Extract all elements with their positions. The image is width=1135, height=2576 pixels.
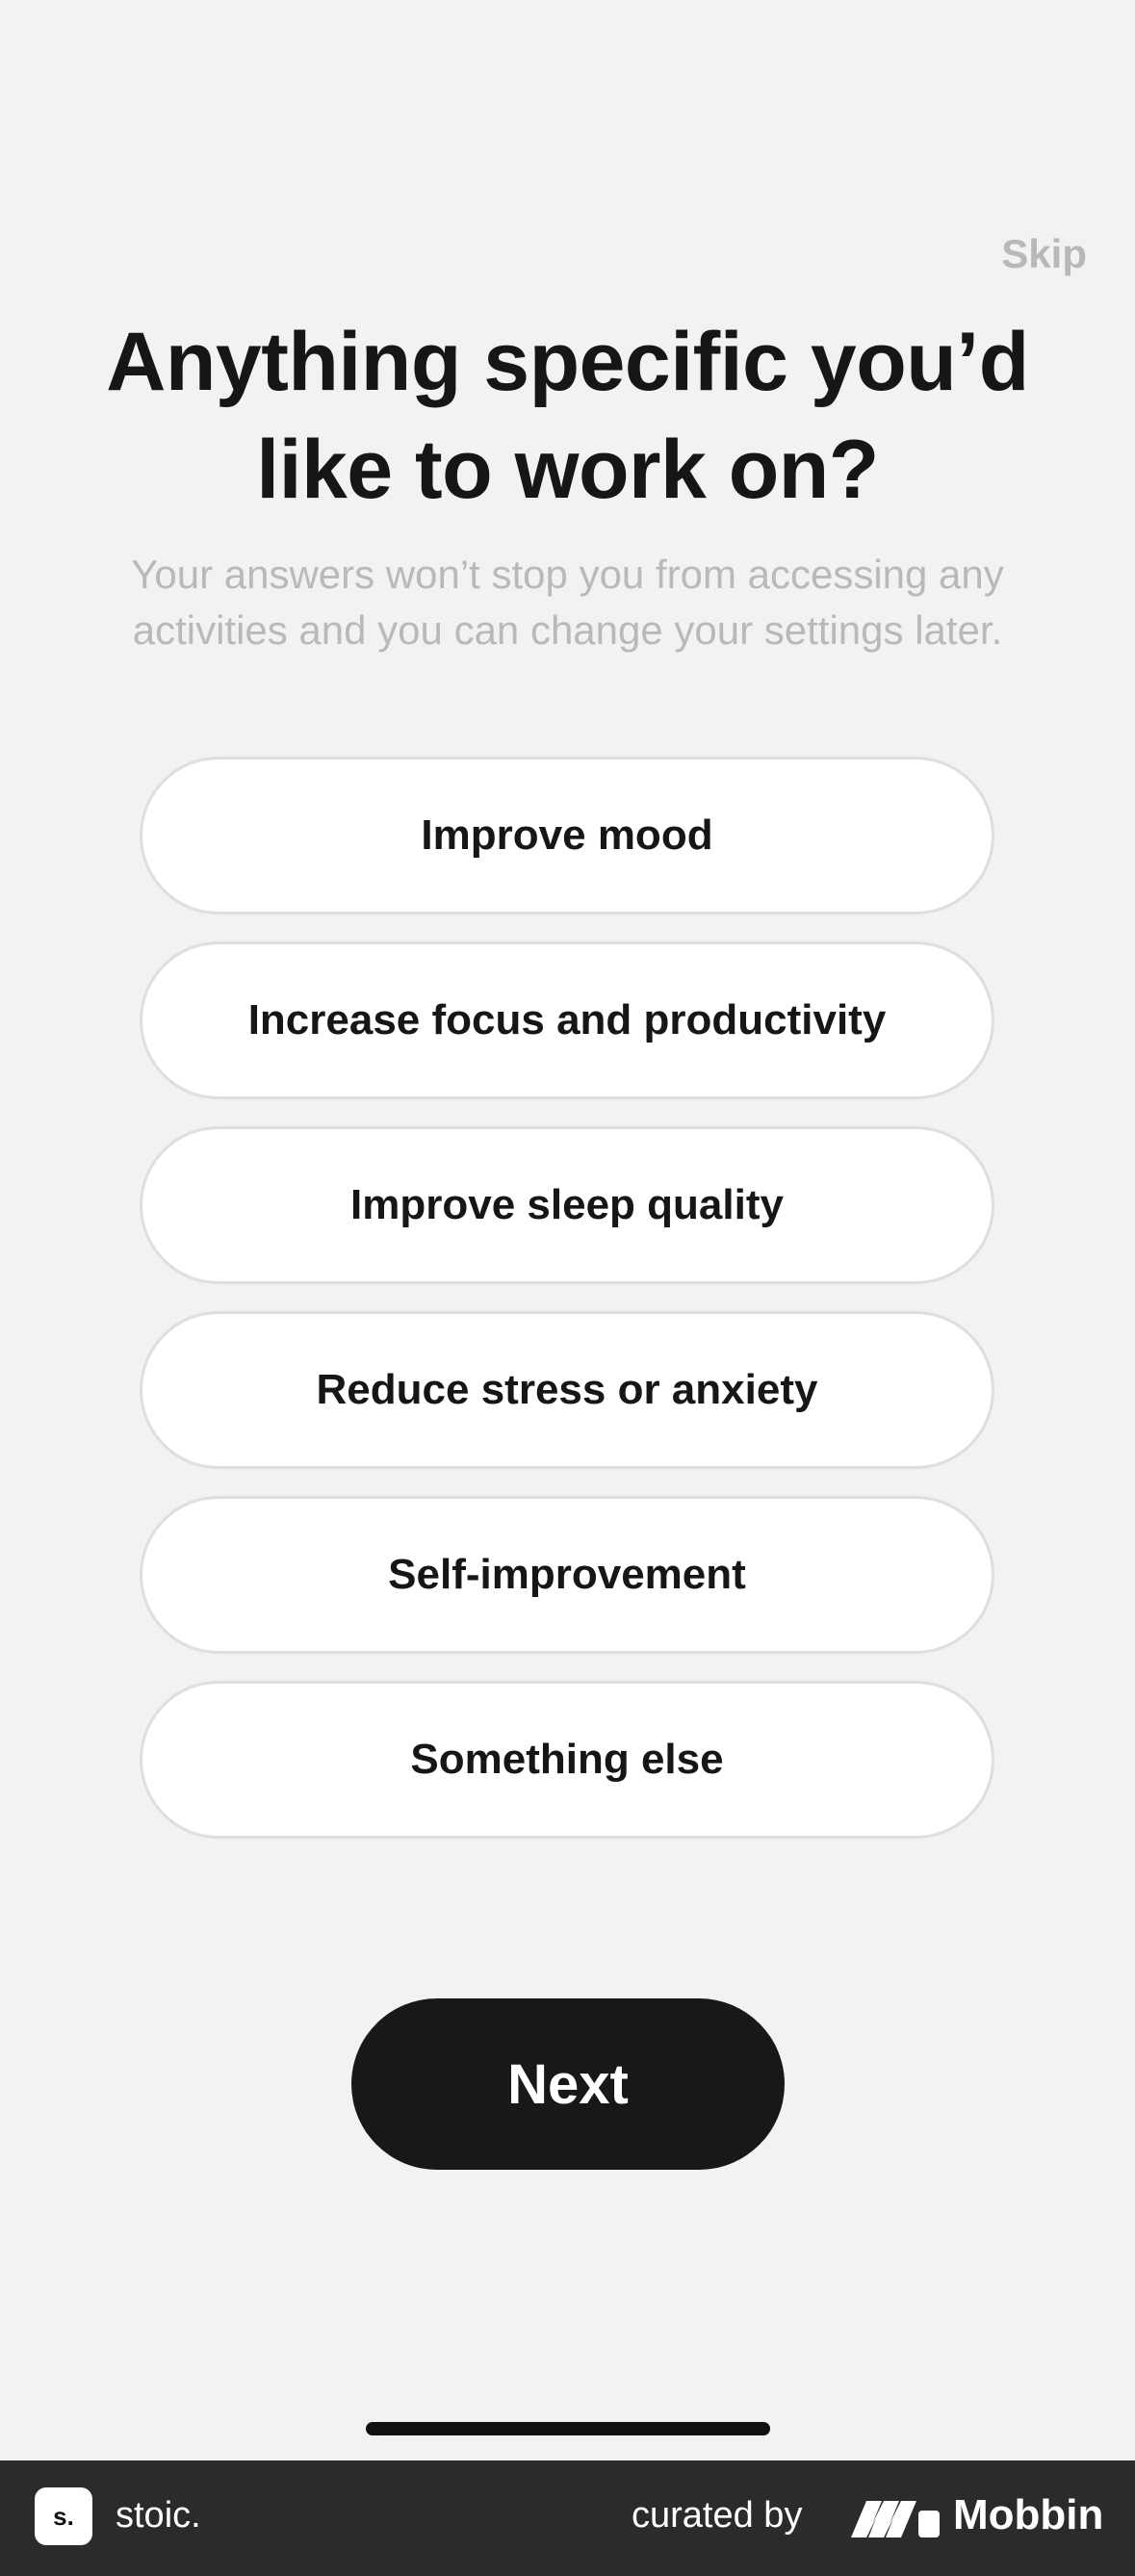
option-reduce-stress[interactable]: Reduce stress or anxiety [140,1311,994,1469]
curated-by-label: curated by [632,2495,803,2536]
app-name: stoic. [116,2495,201,2536]
page-title-line-2: like to work on? [256,424,879,516]
next-button[interactable]: Next [351,1998,785,2170]
page-title-line-1: Anything specific you’d [106,316,1029,408]
mobbin-brand-name: Mobbin [953,2491,1104,2538]
app-logo-icon: s. [35,2487,92,2545]
page-subtitle-line-2: activities and you can change your setti… [132,607,1003,653]
home-indicator [366,2422,770,2435]
option-increase-focus[interactable]: Increase focus and productivity [140,941,994,1099]
option-something-else[interactable]: Something else [140,1681,994,1839]
footer-bar: s. stoic. curated by Mobbin [0,2460,1135,2576]
goal-options-list: Improve mood Increase focus and producti… [140,757,994,1866]
option-self-improvement[interactable]: Self-improvement [140,1496,994,1654]
option-improve-mood[interactable]: Improve mood [140,757,994,914]
page-title: Anything specific you’d like to work on? [0,308,1135,524]
skip-button[interactable]: Skip [1001,231,1087,277]
page-subtitle-line-1: Your answers won’t stop you from accessi… [131,552,1004,597]
page-subtitle: Your answers won’t stop you from accessi… [0,547,1135,658]
option-improve-sleep[interactable]: Improve sleep quality [140,1126,994,1284]
mobbin-logo-icon [851,2501,940,2537]
